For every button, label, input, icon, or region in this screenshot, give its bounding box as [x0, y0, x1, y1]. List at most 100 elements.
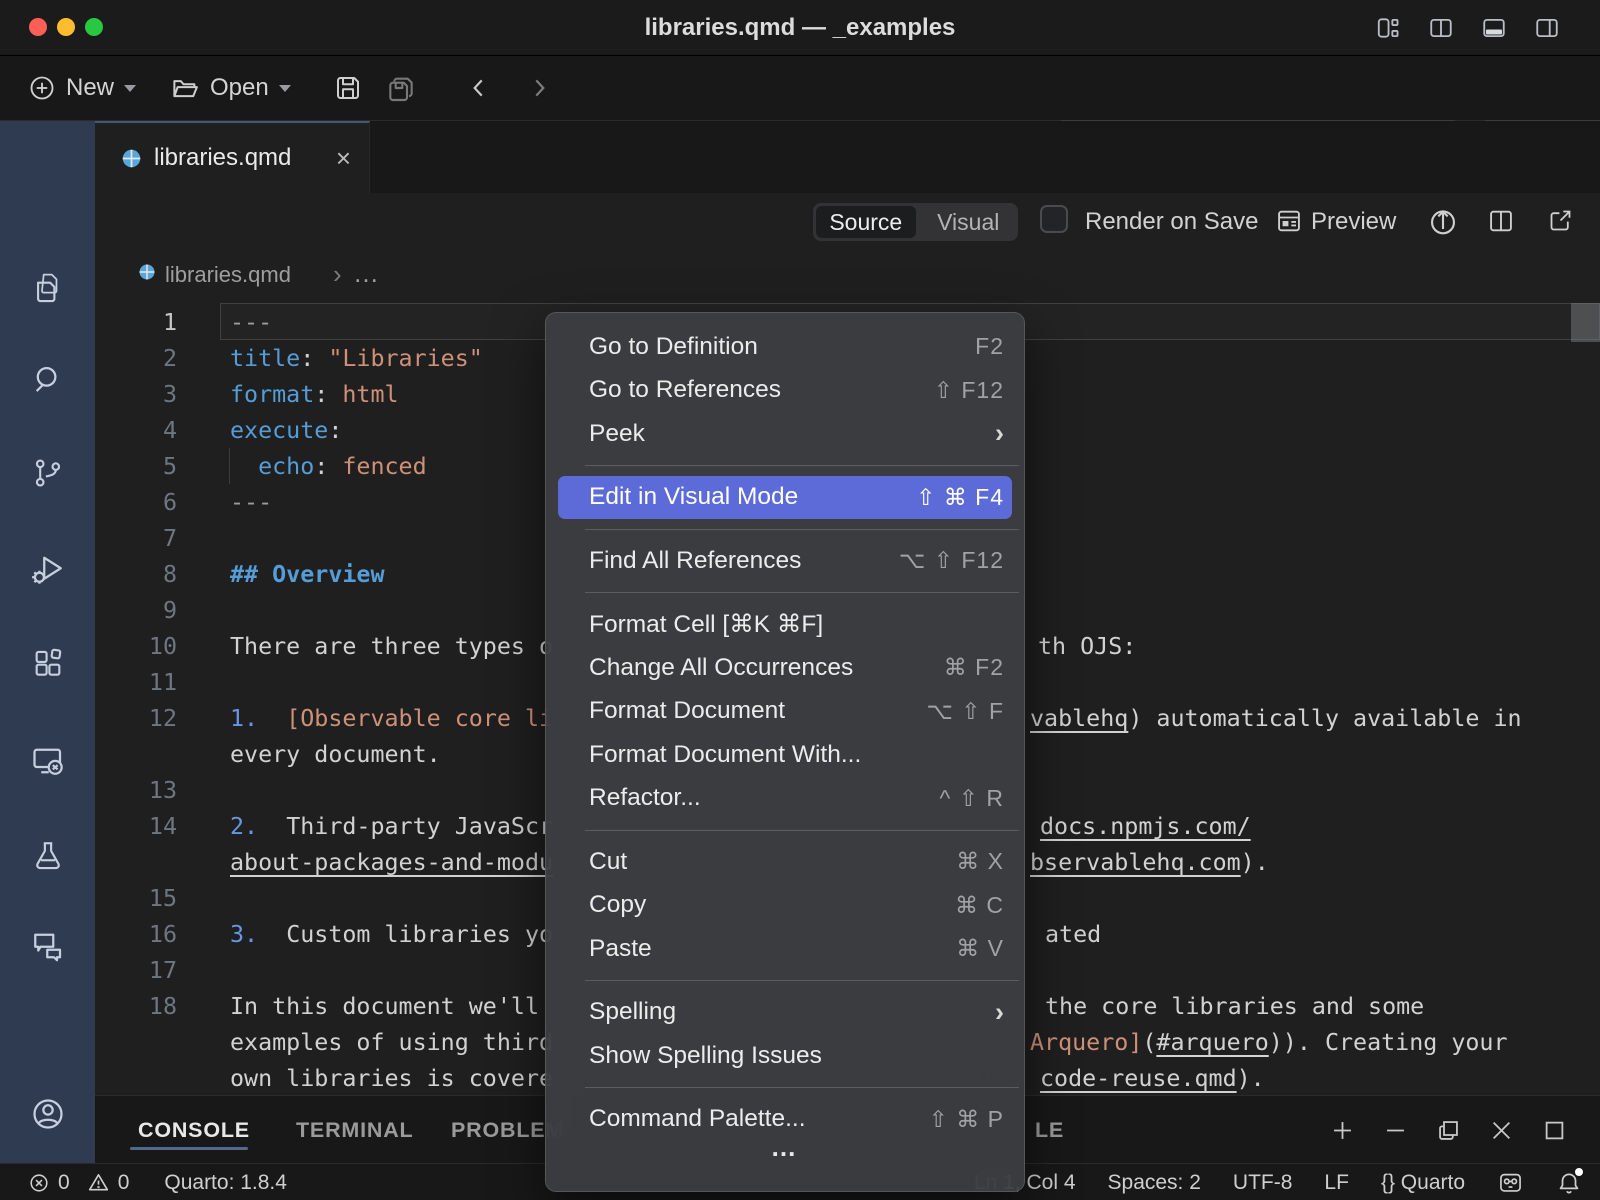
split-editor-button[interactable] — [1487, 207, 1515, 235]
code-line-continuation[interactable]: bservablehq.com). — [1030, 844, 1269, 880]
warning-icon[interactable]: 0 — [87, 1171, 130, 1195]
sidebar-item-remote-sessions[interactable] — [0, 729, 95, 793]
layout-customize-icon[interactable] — [1375, 15, 1401, 41]
menu-item-format-document[interactable]: Format Document⌥ ⇧ F — [546, 690, 1024, 734]
menu-item-find-all-references[interactable]: Find All References⌥ ⇧ F12 — [546, 539, 1024, 583]
line-number: 16 — [95, 916, 177, 952]
render-on-save-label: Render on Save — [1085, 193, 1258, 250]
sidebar-item-run-debug[interactable] — [0, 537, 95, 601]
menu-item-peek[interactable]: Peek› — [546, 412, 1024, 456]
menu-item-format-cell-k-f[interactable]: Format Cell [⌘K ⌘F] — [546, 603, 1024, 647]
status-item-quarto[interactable]: {} Quarto — [1381, 1171, 1465, 1195]
panel-tab-console[interactable]: CONSOLE — [138, 1096, 250, 1164]
plus-icon[interactable] — [1329, 1117, 1356, 1144]
menu-item-go-to-definition[interactable]: Go to DefinitionF2 — [546, 325, 1024, 369]
code-line[interactable]: about-packages-and-modu — [230, 844, 553, 880]
menu-item-format-document-with[interactable]: Format Document With... — [546, 733, 1024, 777]
panel-tab-le[interactable]: LE — [1035, 1096, 1064, 1164]
menu-item-cut[interactable]: Cut⌘ X — [546, 840, 1024, 884]
status-item-spaces-2[interactable]: Spaces: 2 — [1108, 1171, 1201, 1195]
code-line[interactable]: 2. Third-party JavaScr — [230, 808, 553, 844]
code-line[interactable]: There are three types o — [230, 628, 553, 664]
maximize-icon[interactable] — [1541, 1117, 1568, 1144]
code-line-continuation[interactable]: the core libraries and some — [1045, 988, 1424, 1024]
tab-libraries-qmd[interactable]: libraries.qmd × — [95, 121, 370, 193]
menu-item-refactor[interactable]: Refactor...^ ⇧ R — [546, 777, 1024, 821]
code-line[interactable]: --- — [230, 304, 272, 340]
title-bar: libraries.qmd — _examples — [0, 0, 1600, 56]
code-line-continuation[interactable]: docs.npmjs.com/ — [1040, 808, 1251, 844]
status-item-lf[interactable]: LF — [1324, 1171, 1349, 1195]
minimize-icon[interactable] — [1382, 1117, 1409, 1144]
extensions-icon — [31, 647, 65, 681]
code-line-continuation[interactable]: Arquero](#arquero)). Creating your — [1030, 1024, 1508, 1060]
feedback-icon[interactable] — [1497, 1169, 1524, 1196]
code-line[interactable]: execute: — [230, 412, 342, 448]
sidebar-item-search[interactable] — [0, 347, 95, 411]
code-line[interactable]: --- — [230, 484, 272, 520]
line-number: 9 — [95, 592, 177, 628]
render-button[interactable] — [1427, 205, 1459, 237]
menu-item-change-all-occurrences[interactable]: Change All Occurrences⌘ F2 — [546, 646, 1024, 690]
open-in-new-window-button[interactable] — [1547, 207, 1574, 234]
code-line[interactable]: 3. Custom libraries yo — [230, 916, 553, 952]
panel-tab-terminal[interactable]: TERMINAL — [296, 1096, 413, 1164]
menu-item-edit-in-visual-mode[interactable]: Edit in Visual Mode⇧ ⌘ F4 — [558, 476, 1012, 520]
restore-icon[interactable] — [1435, 1117, 1462, 1144]
panel-icon[interactable] — [1481, 15, 1507, 41]
code-line-continuation[interactable]: th OJS: — [1038, 628, 1136, 664]
line-number — [95, 844, 177, 880]
code-line[interactable]: every document. — [230, 736, 441, 772]
sidebar-item-account[interactable] — [0, 1082, 95, 1146]
forward-button[interactable] — [526, 64, 552, 112]
code-line[interactable]: format: html — [230, 376, 399, 412]
menu-item-paste[interactable]: Paste⌘ V — [546, 927, 1024, 971]
split-editor-icon[interactable] — [1428, 15, 1454, 41]
save-button[interactable] — [333, 64, 363, 112]
menu-item-shortcut: F2 — [975, 333, 1004, 360]
code-line-continuation[interactable]: vablehq) automatically available in — [1030, 700, 1522, 736]
new-button[interactable]: New — [28, 64, 136, 112]
preview-button[interactable] — [1275, 207, 1303, 235]
code-line[interactable]: echo: fenced — [230, 448, 427, 484]
menu-item-label: Go to References — [589, 376, 934, 404]
menu-item-go-to-references[interactable]: Go to References⇧ F12 — [546, 369, 1024, 413]
editor-scrollbar-thumb[interactable] — [1571, 303, 1600, 342]
sidebar-item-comments[interactable] — [0, 914, 95, 978]
code-line[interactable]: ## Overview — [230, 556, 385, 592]
code-line[interactable]: title: "Libraries" — [230, 340, 483, 376]
sidebar-item-testing[interactable] — [0, 824, 95, 888]
menu-item-spelling[interactable]: Spelling› — [546, 991, 1024, 1035]
quarto-version[interactable]: Quarto: 1.8.4 — [164, 1171, 287, 1195]
code-line[interactable]: examples of using third — [230, 1024, 553, 1060]
error-icon[interactable]: 0 — [28, 1171, 70, 1195]
close-icon[interactable] — [1488, 1117, 1515, 1144]
line-number: 15 — [95, 880, 177, 916]
menu-overflow-indicator[interactable]: … — [546, 1132, 1024, 1163]
back-button[interactable] — [466, 64, 492, 112]
bell-icon[interactable] — [1556, 1170, 1582, 1196]
code-line-continuation[interactable]: ated — [1045, 916, 1101, 952]
code-line[interactable]: 1. [Observable core li — [230, 700, 553, 736]
editor-action-bar: Source Visual Render on Save Preview ⋯ — [95, 193, 1600, 250]
save-all-button[interactable] — [385, 64, 417, 112]
render-on-save-checkbox[interactable] — [1040, 205, 1068, 233]
close-icon[interactable]: × — [336, 143, 351, 174]
line-number: 12 — [95, 700, 177, 736]
tab-source[interactable]: Source — [816, 206, 916, 238]
sidebar-item-extensions[interactable] — [0, 632, 95, 696]
secondary-sidebar-icon[interactable] — [1534, 15, 1560, 41]
code-line[interactable]: In this document we'll — [230, 988, 553, 1024]
sidebar-item-explorer[interactable] — [0, 257, 95, 321]
sidebar-item-source-control[interactable] — [0, 441, 95, 505]
status-item-utf-8[interactable]: UTF-8 — [1233, 1171, 1293, 1195]
code-line[interactable]: own libraries is covere — [230, 1060, 553, 1096]
breadcrumb-file[interactable]: libraries.qmd — [165, 250, 291, 300]
tab-visual[interactable]: Visual — [919, 206, 1019, 238]
menu-item-copy[interactable]: Copy⌘ C — [546, 884, 1024, 928]
open-button[interactable]: Open — [170, 64, 291, 112]
menu-item-show-spelling-issues[interactable]: Show Spelling Issues — [546, 1034, 1024, 1078]
line-number: 2 — [95, 340, 177, 376]
breadcrumb-more[interactable]: … — [353, 250, 379, 296]
code-line-continuation[interactable]: code-reuse.qmd). — [1040, 1060, 1265, 1096]
